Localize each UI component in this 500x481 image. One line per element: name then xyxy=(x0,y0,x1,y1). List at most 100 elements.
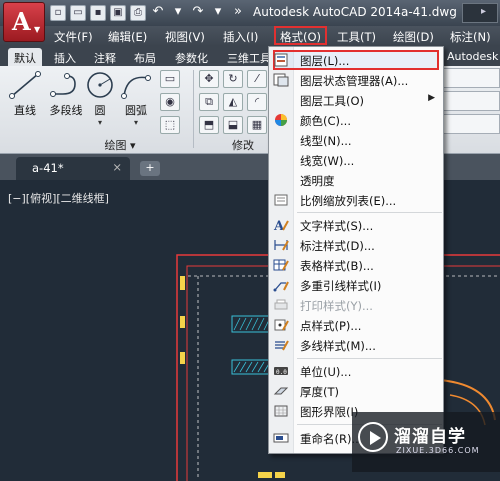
menu-item-units[interactable]: 0.0 单位(U)... xyxy=(269,361,443,381)
application-menu-button[interactable]: A ▼ xyxy=(3,2,45,42)
close-icon[interactable]: × xyxy=(112,160,122,174)
circle-tool[interactable]: 圆 ▾ xyxy=(80,70,120,127)
chevron-down-icon[interactable]: ▾ xyxy=(80,118,120,127)
fillet-icon[interactable]: ◜ xyxy=(247,93,267,111)
stretch-icon[interactable]: ⬒ xyxy=(199,116,219,134)
menu-separator xyxy=(297,358,442,359)
watermark: 溜溜自学 ZIXUE.3D66.COM xyxy=(352,412,500,472)
menu-draw[interactable]: 绘图(D) xyxy=(393,29,434,45)
menu-item-label: 单位(U)... xyxy=(300,365,352,379)
menu-separator xyxy=(297,212,442,213)
menu-item-layer[interactable]: 图层(L)... xyxy=(269,50,443,70)
menu-dimension[interactable]: 标注(N) xyxy=(450,29,491,45)
menu-format[interactable]: 格式(O) xyxy=(274,26,328,45)
svg-text:0.0: 0.0 xyxy=(276,369,287,376)
menu-tools[interactable]: 工具(T) xyxy=(337,29,376,45)
color-wheel-icon xyxy=(275,114,287,126)
tab-layout[interactable]: 布局 xyxy=(128,48,162,66)
menu-item-dim-style[interactable]: 标注样式(D)... xyxy=(269,235,443,255)
arc-tool[interactable]: 圆弧 ▾ xyxy=(116,70,156,127)
menu-view[interactable]: 视图(V) xyxy=(165,29,205,45)
new-tab-button[interactable]: + xyxy=(140,161,160,176)
menu-item-layer-tools[interactable]: 图层工具(O) ▶ xyxy=(269,90,443,110)
circle-icon xyxy=(87,72,113,98)
menu-item-scale-list[interactable]: 比例缩放列表(E)... xyxy=(269,190,443,210)
table-style-icon xyxy=(273,259,289,271)
trim-icon[interactable]: ⁄ xyxy=(247,70,267,88)
scale-icon[interactable]: ⬓ xyxy=(223,116,243,134)
menu-item-label: 多重引线样式(I) xyxy=(300,279,382,293)
rectangle-icon[interactable]: ▭ xyxy=(160,70,180,88)
menu-item-transparency[interactable]: 透明度 xyxy=(269,170,443,190)
tab-insert[interactable]: 插入 xyxy=(48,48,82,66)
menu-item-point-style[interactable]: 点样式(P)... xyxy=(269,315,443,335)
ellipse-icon[interactable]: ◉ xyxy=(160,93,180,111)
menu-edit[interactable]: 编辑(E) xyxy=(108,29,147,45)
menu-item-label: 点样式(P)... xyxy=(300,319,362,333)
menu-item-linetype[interactable]: 线型(N)... xyxy=(269,130,443,150)
rename-icon xyxy=(273,433,289,443)
scale-list-icon xyxy=(274,194,288,206)
print-icon[interactable]: ⎙ xyxy=(130,5,146,21)
file-tab-label: a-41* xyxy=(32,161,64,175)
save-icon[interactable]: ▪ xyxy=(90,5,106,21)
menu-item-label: 透明度 xyxy=(300,174,335,188)
menu-item-label: 图层工具(O) xyxy=(300,94,365,108)
title-bar: A ▼ ▫ ▭ ▪ ▣ ⎙ ↶ ▾ ↷ ▾ » Autodesk AutoCAD… xyxy=(0,0,500,42)
menu-item-color[interactable]: 颜色(C)... xyxy=(269,110,443,130)
layer-icon xyxy=(274,53,288,67)
menu-item-thickness[interactable]: 厚度(T) xyxy=(269,381,443,401)
arc-icon xyxy=(121,75,151,99)
menu-item-label: 标注样式(D)... xyxy=(300,239,375,253)
line-tool[interactable]: 直线 xyxy=(5,70,45,118)
chevron-down-icon: ▼ xyxy=(34,25,41,34)
panel-draw-label[interactable]: 绘图 ▾ xyxy=(60,137,180,153)
tab-default[interactable]: 默认 xyxy=(8,48,42,66)
array-icon[interactable]: ▦ xyxy=(247,116,267,134)
menu-item-lineweight[interactable]: 线宽(W)... xyxy=(269,150,443,170)
watermark-url: ZIXUE.3D66.COM xyxy=(396,446,480,455)
menu-item-label: 线型(N)... xyxy=(300,134,352,148)
save-as-icon[interactable]: ▣ xyxy=(110,5,126,21)
text-style-icon: A xyxy=(273,219,289,232)
redo-icon[interactable]: ↷ xyxy=(190,5,206,21)
hatch-icon[interactable]: ⬚ xyxy=(160,116,180,134)
menu-item-layer-state[interactable]: 图层状态管理器(A)... xyxy=(269,70,443,90)
submenu-arrow-icon: ▶ xyxy=(428,93,435,103)
line-icon xyxy=(9,71,41,99)
overflow-icon[interactable]: » xyxy=(230,5,246,21)
copy-icon[interactable]: ⧉ xyxy=(199,93,219,111)
menu-item-mleader-style[interactable]: 多重引线样式(I) xyxy=(269,275,443,295)
move-icon[interactable]: ✥ xyxy=(199,70,219,88)
file-tab[interactable]: a-41* × xyxy=(16,157,130,180)
menu-item-mline-style[interactable]: 多线样式(M)... xyxy=(269,335,443,355)
open-file-icon[interactable]: ▭ xyxy=(70,5,86,21)
redo-dropdown-icon[interactable]: ▾ xyxy=(210,5,226,21)
menu-item-table-style[interactable]: 表格样式(B)... xyxy=(269,255,443,275)
menu-item-label: 文字样式(S)... xyxy=(300,219,374,233)
undo-dropdown-icon[interactable]: ▾ xyxy=(170,5,186,21)
tab-annotate[interactable]: 注释 xyxy=(88,48,122,66)
menu-file[interactable]: 文件(F) xyxy=(54,29,93,45)
panel-divider xyxy=(193,70,194,148)
chevron-down-icon[interactable]: ▾ xyxy=(116,118,156,127)
dim-style-icon xyxy=(274,240,289,251)
panel-modify-label[interactable]: 修改 xyxy=(232,137,254,153)
new-file-icon[interactable]: ▫ xyxy=(50,5,66,21)
menu-item-label: 多线样式(M)... xyxy=(300,339,376,353)
layer-dropdown[interactable] xyxy=(440,68,500,88)
menu-bar: 文件(F) 编辑(E) 视图(V) 插入(I) 格式(O) 工具(T) 绘图(D… xyxy=(0,26,500,46)
mirror-icon[interactable]: ◭ xyxy=(223,93,243,111)
autocad-logo-icon: A xyxy=(12,7,31,36)
linetype-dropdown[interactable] xyxy=(440,114,500,134)
tab-parametric[interactable]: 参数化 xyxy=(169,48,214,66)
menu-item-text-style[interactable]: A 文字样式(S)... xyxy=(269,215,443,235)
undo-icon[interactable]: ↶ xyxy=(150,5,166,21)
menu-insert[interactable]: 插入(I) xyxy=(223,29,258,45)
units-icon: 0.0 xyxy=(274,367,288,376)
color-dropdown[interactable] xyxy=(440,91,500,111)
title-search-box[interactable]: ▸ xyxy=(462,3,498,23)
rotate-icon[interactable]: ↻ xyxy=(223,70,243,88)
menu-item-label: 表格样式(B)... xyxy=(300,259,374,273)
menu-item-label: 颜色(C)... xyxy=(300,114,351,128)
